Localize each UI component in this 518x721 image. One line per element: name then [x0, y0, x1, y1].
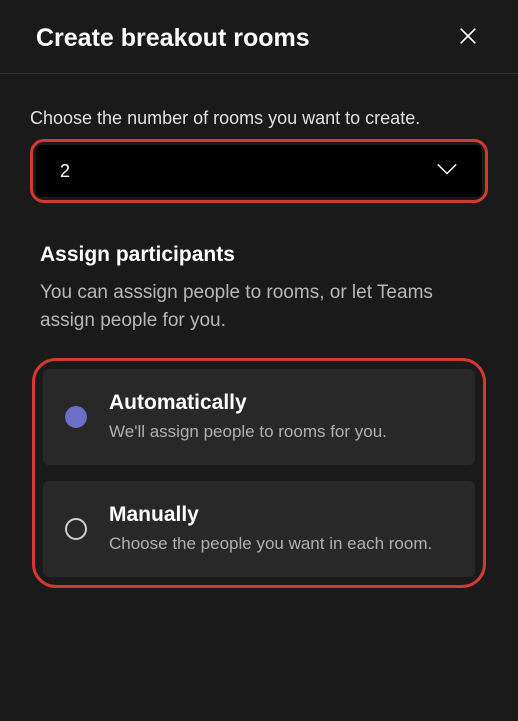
- rooms-count-label: Choose the number of rooms you want to c…: [30, 108, 488, 129]
- option-automatically-desc: We'll assign people to rooms for you.: [109, 421, 453, 443]
- assign-options-highlight: Automatically We'll assign people to roo…: [32, 358, 486, 588]
- radio-selected-icon: [65, 406, 87, 428]
- chevron-down-icon: [436, 162, 458, 181]
- assign-heading: Assign participants: [40, 243, 478, 267]
- rooms-count-select[interactable]: 2: [36, 145, 482, 197]
- assign-participants-section: Assign participants You can asssign peop…: [30, 243, 488, 588]
- dialog-content: Choose the number of rooms you want to c…: [0, 74, 518, 588]
- option-manually-text: Manually Choose the people you want in e…: [109, 503, 453, 555]
- rooms-count-value: 2: [60, 161, 70, 182]
- assign-description: You can asssign people to rooms, or let …: [40, 279, 478, 334]
- close-button[interactable]: [454, 25, 482, 53]
- radio-unselected-icon: [65, 518, 87, 540]
- dialog-title: Create breakout rooms: [36, 24, 310, 53]
- close-icon: [457, 25, 479, 52]
- option-automatically[interactable]: Automatically We'll assign people to roo…: [43, 369, 475, 465]
- rooms-count-highlight: 2: [30, 139, 488, 203]
- option-automatically-title: Automatically: [109, 391, 453, 415]
- option-manually-desc: Choose the people you want in each room.: [109, 533, 453, 555]
- option-manually-title: Manually: [109, 503, 453, 527]
- option-automatically-text: Automatically We'll assign people to roo…: [109, 391, 453, 443]
- dialog-header: Create breakout rooms: [0, 0, 518, 74]
- option-manually[interactable]: Manually Choose the people you want in e…: [43, 481, 475, 577]
